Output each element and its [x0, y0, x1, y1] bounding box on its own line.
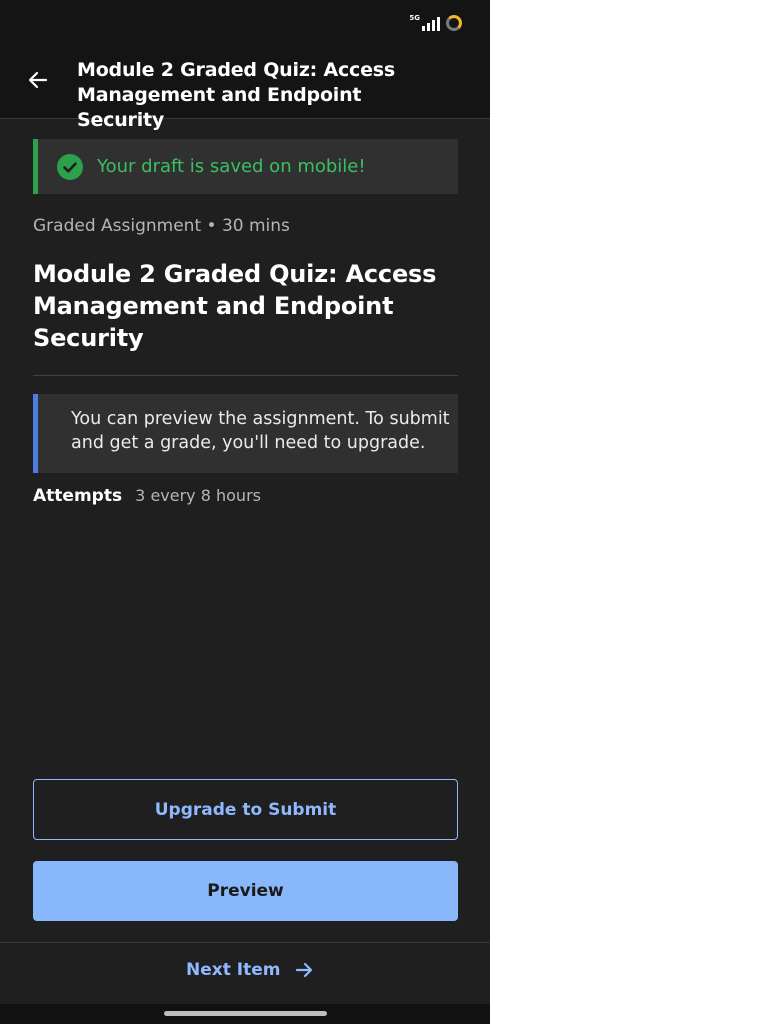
attempts-row: Attempts 3 every 8 hours — [33, 486, 261, 506]
draft-saved-banner: Your draft is saved on mobile! — [33, 139, 458, 194]
draft-saved-text: Your draft is saved on mobile! — [97, 156, 366, 177]
header-title: Module 2 Graded Quiz: Access Management … — [77, 59, 396, 131]
status-bar: 5G — [0, 0, 490, 52]
back-button[interactable] — [18, 60, 58, 100]
assignment-meta: Graded Assignment • 30 mins — [33, 216, 290, 236]
app-screen: 5G Module 2 Graded Quiz: Access Manageme… — [0, 0, 490, 1024]
signal-bars-icon — [422, 17, 440, 31]
attempts-label: Attempts — [33, 486, 123, 506]
page-title: Module 2 Graded Quiz: Access Management … — [33, 260, 437, 352]
upgrade-info-text: You can preview the assignment. To submi… — [71, 409, 450, 453]
home-indicator-area — [0, 1004, 490, 1024]
arrow-left-icon — [28, 71, 48, 89]
upgrade-info-box: You can preview the assignment. To submi… — [33, 394, 458, 473]
check-circle-icon — [57, 153, 83, 180]
upgrade-to-submit-button[interactable]: Upgrade to Submit — [33, 779, 458, 840]
network-type-label: 5G — [409, 14, 420, 22]
arrow-right-icon — [296, 962, 313, 978]
footer-bar: Next Item — [0, 942, 490, 1004]
home-indicator[interactable] — [164, 1011, 327, 1016]
battery-ring-icon — [446, 15, 462, 31]
next-item-button[interactable]: Next Item — [186, 960, 314, 980]
attempts-value: 3 every 8 hours — [135, 486, 261, 505]
divider — [33, 375, 458, 376]
next-item-label: Next Item — [186, 960, 281, 980]
preview-button[interactable]: Preview — [33, 861, 458, 921]
app-header: Module 2 Graded Quiz: Access Management … — [0, 52, 490, 131]
status-icons: 5G — [409, 15, 462, 31]
